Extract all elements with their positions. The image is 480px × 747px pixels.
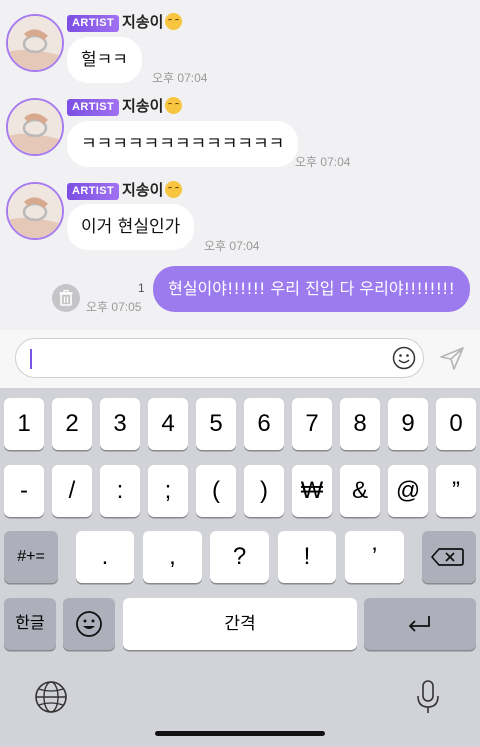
- key-0[interactable]: 0: [436, 398, 476, 450]
- message-time: 오후 07:04: [152, 71, 208, 85]
- message-time: 오후 07:04: [204, 239, 260, 253]
- key-exclamation[interactable]: !: [278, 531, 336, 583]
- sender-name-text: 지송이: [122, 13, 164, 31]
- avatar[interactable]: [6, 14, 64, 72]
- key-4[interactable]: 4: [148, 398, 188, 450]
- send-icon[interactable]: [438, 344, 466, 372]
- key-colon[interactable]: :: [100, 465, 140, 517]
- key-9[interactable]: 9: [388, 398, 428, 450]
- return-key[interactable]: [364, 598, 476, 650]
- sender-name-text: 지송이: [122, 97, 164, 115]
- globe-icon[interactable]: [31, 677, 71, 717]
- key-ampersand[interactable]: &: [340, 465, 380, 517]
- chat-area: ARTIST 지송이 헐ㅋㅋ 오후 07:04 ARTIST 지송이 ㅋㅋㅋㅋㅋ…: [0, 0, 480, 330]
- key-won[interactable]: ₩: [292, 465, 332, 517]
- sender-name: 지송이: [122, 181, 183, 199]
- artist-badge: ARTIST: [67, 183, 120, 200]
- key-comma[interactable]: ,: [143, 531, 202, 583]
- artist-badge: ARTIST: [67, 15, 120, 32]
- backspace-icon: [431, 548, 464, 566]
- emoji-keyboard-key[interactable]: [63, 598, 115, 650]
- key-close-paren[interactable]: ): [244, 465, 284, 517]
- key-open-paren[interactable]: (: [196, 465, 236, 517]
- message-time: 오후 07:05: [86, 300, 142, 314]
- backspace-key[interactable]: [422, 531, 476, 583]
- key-slash[interactable]: /: [52, 465, 92, 517]
- key-at[interactable]: @: [388, 465, 428, 517]
- message-composer: [0, 330, 480, 388]
- message-bubble: 이거 현실인가: [67, 204, 195, 250]
- keyboard: 1 2 3 4 5 6 7 8 9 0 - / : ; ( ) ₩ & @ ” …: [0, 388, 480, 747]
- key-apostrophe[interactable]: ’: [345, 531, 404, 583]
- unread-count: 1: [138, 281, 145, 295]
- artist-badge: ARTIST: [67, 99, 120, 116]
- message-bubble: 헐ㅋㅋ: [67, 37, 142, 83]
- outgoing-message-bubble: 현실이야!!!!!! 우리 진입 다 우리야!!!!!!!!: [153, 266, 470, 312]
- microphone-icon[interactable]: [408, 677, 448, 717]
- emoji-icon: [76, 611, 102, 637]
- smiling-face-icon: [165, 181, 183, 198]
- message-input[interactable]: [15, 338, 424, 378]
- key-3[interactable]: 3: [100, 398, 140, 450]
- key-semicolon[interactable]: ;: [148, 465, 188, 517]
- smiling-face-icon: [165, 13, 183, 30]
- key-language[interactable]: 한글: [4, 598, 56, 650]
- avatar[interactable]: [6, 98, 64, 156]
- return-icon: [408, 616, 430, 632]
- sender-name-text: 지송이: [122, 181, 164, 199]
- key-8[interactable]: 8: [340, 398, 380, 450]
- text-caret: [30, 349, 32, 369]
- key-2[interactable]: 2: [52, 398, 92, 450]
- home-indicator: [155, 731, 325, 736]
- key-period[interactable]: .: [76, 531, 134, 583]
- key-quote[interactable]: ”: [436, 465, 476, 517]
- key-7[interactable]: 7: [292, 398, 332, 450]
- message-bubble: ㅋㅋㅋㅋㅋㅋㅋㅋㅋㅋㅋㅋㅋ: [67, 121, 299, 167]
- message-time: 오후 07:04: [295, 155, 351, 169]
- avatar[interactable]: [6, 182, 64, 240]
- key-hyphen[interactable]: -: [4, 465, 44, 517]
- key-1[interactable]: 1: [4, 398, 44, 450]
- emoji-icon[interactable]: [392, 346, 416, 370]
- key-6[interactable]: 6: [244, 398, 284, 450]
- key-symbols-mode[interactable]: #+=: [4, 531, 58, 583]
- smiling-face-icon: [165, 97, 183, 114]
- key-5[interactable]: 5: [196, 398, 236, 450]
- key-question[interactable]: ?: [210, 531, 269, 583]
- sender-name: 지송이: [122, 97, 183, 115]
- sender-name: 지송이: [122, 13, 183, 31]
- delete-icon[interactable]: [52, 284, 80, 312]
- space-key[interactable]: 간격: [123, 598, 357, 650]
